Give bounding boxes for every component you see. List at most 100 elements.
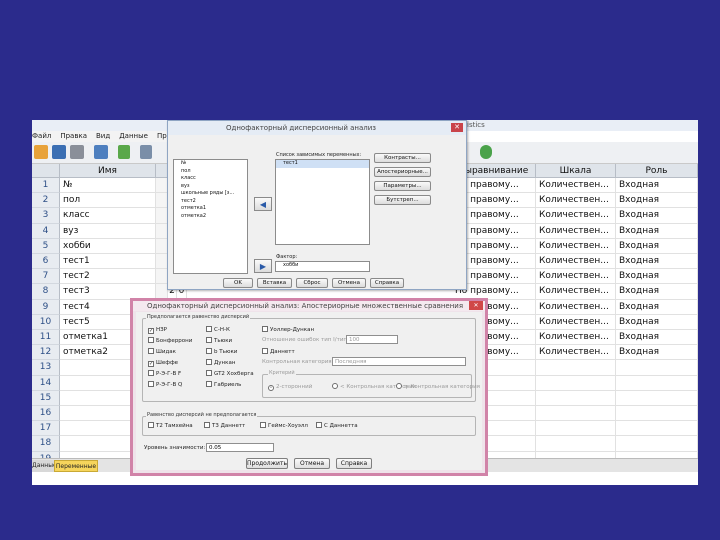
var-name-cell[interactable]: №: [60, 178, 156, 194]
variable-list-item[interactable]: пол: [174, 168, 247, 176]
role-cell[interactable]: Входная: [616, 345, 698, 361]
radio-button[interactable]: [332, 383, 338, 389]
posthoc-checkbox[interactable]: Шидак: [148, 348, 176, 356]
var-name-cell[interactable]: класс: [60, 208, 156, 224]
checkbox-box[interactable]: [206, 381, 212, 387]
ok-button[interactable]: OK: [223, 278, 253, 288]
role-cell[interactable]: Входная: [616, 208, 698, 224]
posthoc-checkbox[interactable]: Габриель: [206, 381, 241, 389]
row-number[interactable]: 6: [32, 254, 60, 270]
posthoc-checkbox[interactable]: Бонферрони: [148, 337, 192, 345]
checkbox-box[interactable]: ✓: [148, 361, 154, 367]
row-number[interactable]: 9: [32, 299, 60, 315]
measure-cell[interactable]: Количествен...: [536, 284, 616, 300]
var-name-cell[interactable]: вуз: [60, 223, 156, 239]
row-number[interactable]: 14: [32, 375, 60, 391]
continue-button[interactable]: Продолжить: [246, 458, 288, 469]
row-number[interactable]: 15: [32, 390, 60, 406]
posthoc-checkbox[interactable]: Дункан: [206, 359, 235, 367]
row-number[interactable]: 7: [32, 269, 60, 285]
control-category-select[interactable]: Последняя: [332, 357, 466, 366]
measure-cell[interactable]: [536, 390, 616, 406]
row-number[interactable]: 10: [32, 314, 60, 330]
role-cell[interactable]: Входная: [616, 330, 698, 346]
role-cell[interactable]: Входная: [616, 269, 698, 285]
dialog1-close-button[interactable]: ✕: [451, 123, 463, 132]
variable-list-item[interactable]: класс: [174, 175, 247, 183]
row-number[interactable]: 17: [32, 421, 60, 437]
save-icon[interactable]: [52, 145, 66, 159]
var-name-cell[interactable]: пол: [60, 193, 156, 209]
checkbox-box[interactable]: ✓: [148, 328, 154, 334]
variable-list-item[interactable]: школьные ряды [з...: [174, 190, 247, 198]
undo-icon[interactable]: [118, 145, 130, 159]
move-to-factor-button[interactable]: ▶: [254, 259, 272, 273]
role-cell[interactable]: Входная: [616, 314, 698, 330]
role-cell[interactable]: [616, 436, 698, 452]
checkbox-box[interactable]: [148, 348, 154, 354]
menu-view[interactable]: Вид: [96, 132, 110, 140]
posthoc-checkbox[interactable]: Даннетт: [262, 348, 295, 356]
redo-icon[interactable]: [140, 145, 152, 159]
measure-cell[interactable]: Количествен...: [536, 223, 616, 239]
measure-cell[interactable]: Количествен...: [536, 193, 616, 209]
open-icon[interactable]: [34, 145, 48, 159]
posthoc-checkbox[interactable]: Тьюки: [206, 337, 232, 345]
checkbox-box[interactable]: [148, 337, 154, 343]
checkbox-box[interactable]: [262, 326, 268, 332]
measure-cell[interactable]: Количествен...: [536, 208, 616, 224]
role-cell[interactable]: Входная: [616, 223, 698, 239]
ratio-input[interactable]: 100: [346, 335, 398, 344]
radio-button[interactable]: •: [268, 385, 274, 391]
measure-cell[interactable]: [536, 375, 616, 391]
row-number[interactable]: 16: [32, 406, 60, 422]
posthoc-checkbox[interactable]: b Тьюки: [206, 348, 237, 356]
print-icon[interactable]: [70, 145, 84, 159]
role-cell[interactable]: [616, 406, 698, 422]
posthoc-checkbox[interactable]: ✓ Шеффе: [148, 359, 178, 367]
row-number[interactable]: 12: [32, 345, 60, 361]
variable-list-item[interactable]: вуз: [174, 183, 247, 191]
posthoc-button[interactable]: Апостериорные...: [374, 167, 431, 177]
role-cell[interactable]: Входная: [616, 284, 698, 300]
var-name-cell[interactable]: хобби: [60, 238, 156, 254]
checkbox-box[interactable]: [148, 422, 154, 428]
role-cell[interactable]: Входная: [616, 193, 698, 209]
test-radio[interactable]: • 2-сторонний: [268, 383, 312, 391]
role-cell[interactable]: [616, 360, 698, 376]
measure-cell[interactable]: Количествен...: [536, 299, 616, 315]
cancel-button[interactable]: Отмена: [332, 278, 366, 288]
tab-variable-view[interactable]: Переменные: [54, 460, 98, 472]
dependent-list-item[interactable]: тест1: [276, 160, 369, 168]
unequal-checkbox[interactable]: T2 Тамхейна: [148, 422, 193, 430]
measure-cell[interactable]: [536, 421, 616, 437]
role-cell[interactable]: [616, 421, 698, 437]
measure-cell[interactable]: Количествен...: [536, 345, 616, 361]
reset-button[interactable]: Сброс: [296, 278, 328, 288]
measure-cell[interactable]: Количествен...: [536, 314, 616, 330]
posthoc-checkbox[interactable]: GT2 Хохберга: [206, 370, 254, 378]
help-button[interactable]: Справка: [370, 278, 404, 288]
checkbox-box[interactable]: [206, 370, 212, 376]
menu-file[interactable]: Файл: [32, 132, 51, 140]
variable-list-item[interactable]: тест2: [174, 198, 247, 206]
dependent-list[interactable]: тест1: [275, 159, 370, 245]
row-number[interactable]: 8: [32, 284, 60, 300]
bootstrap-button[interactable]: Бутстреп...: [374, 195, 431, 205]
role-cell[interactable]: Входная: [616, 254, 698, 270]
unequal-checkbox[interactable]: С Даннетта: [316, 422, 358, 430]
role-cell[interactable]: Входная: [616, 178, 698, 194]
test-radio[interactable]: > Контрольная категория: [396, 383, 480, 391]
dialog2-close-button[interactable]: ✕: [469, 301, 483, 310]
checkbox-box[interactable]: [204, 422, 210, 428]
menu-edit[interactable]: Правка: [60, 132, 87, 140]
row-number[interactable]: 5: [32, 238, 60, 254]
checkbox-box[interactable]: [148, 381, 154, 387]
measure-cell[interactable]: Количествен...: [536, 238, 616, 254]
checkbox-box[interactable]: [206, 359, 212, 365]
checkbox-box[interactable]: [206, 348, 212, 354]
posthoc-checkbox[interactable]: С-Н-К: [206, 326, 230, 334]
col-header-measure[interactable]: Шкала: [536, 164, 616, 178]
menu-data[interactable]: Данные: [119, 132, 148, 140]
options-button[interactable]: Параметры...: [374, 181, 431, 191]
